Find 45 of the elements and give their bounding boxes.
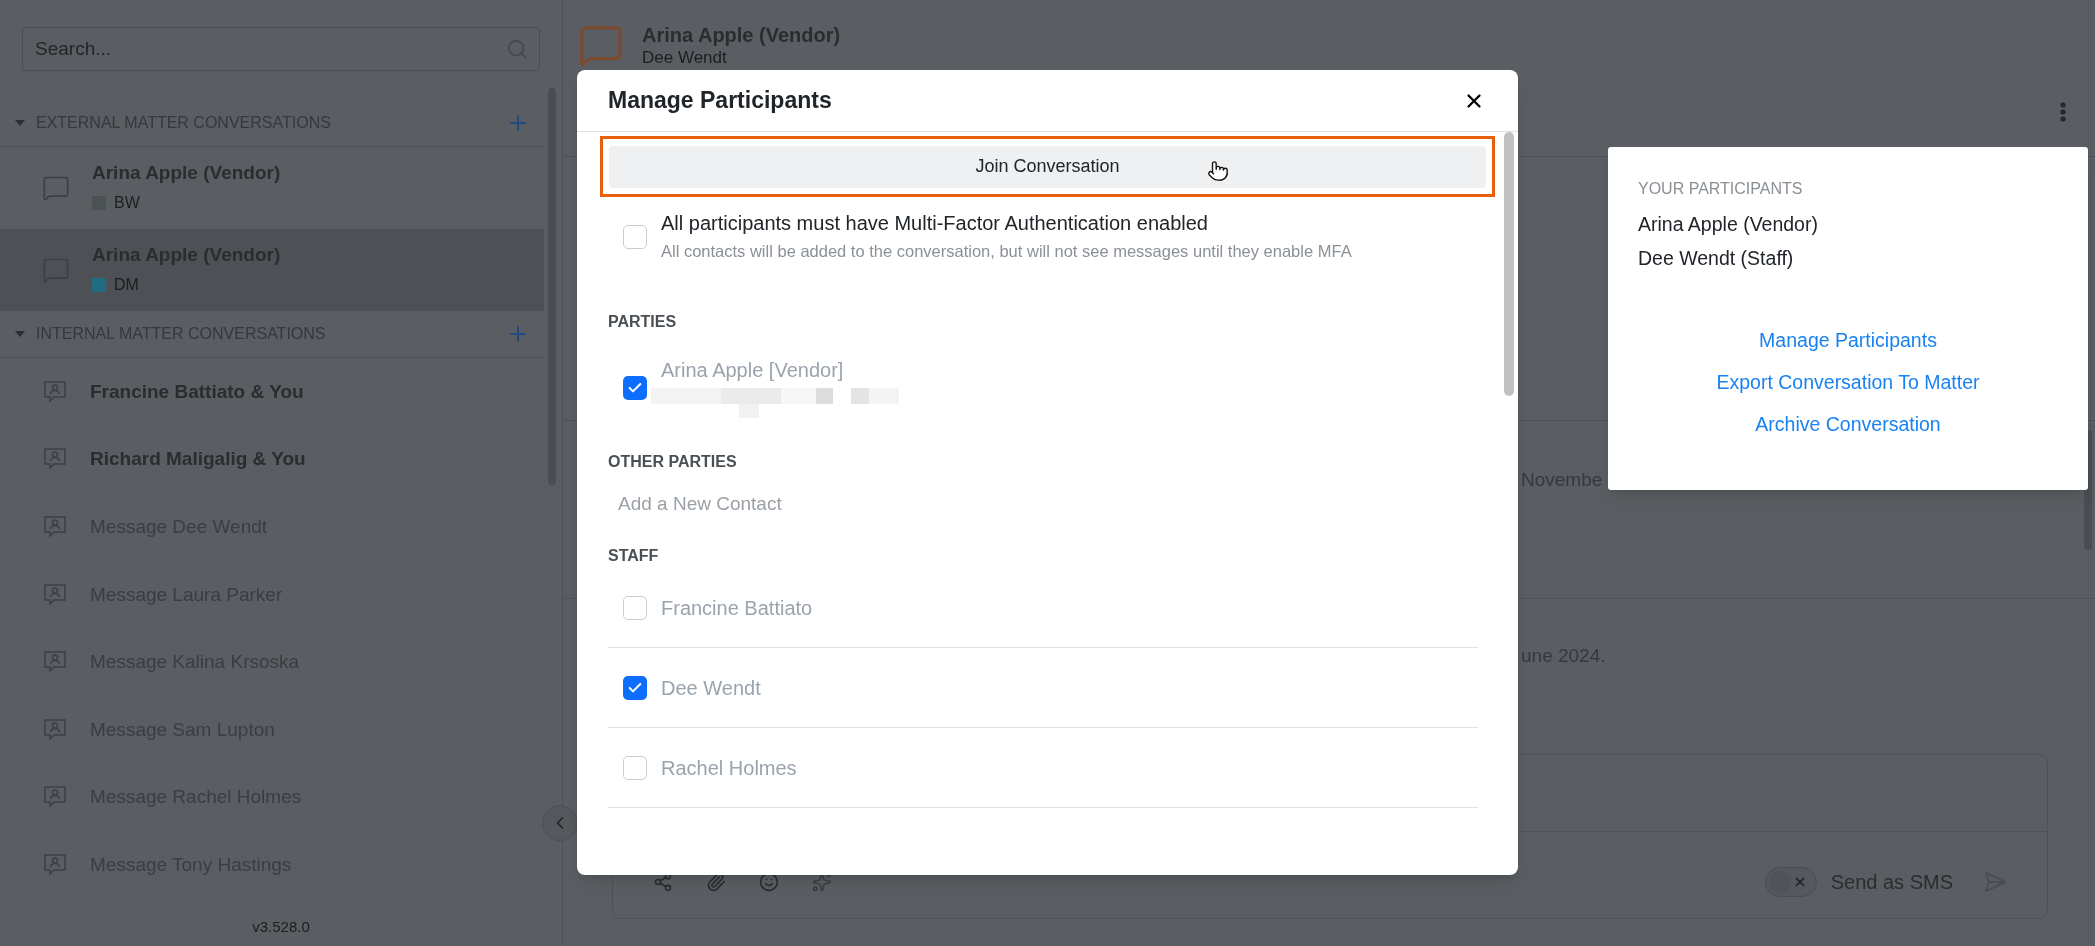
person-chat-icon	[42, 716, 68, 743]
search-field[interactable]: Search...	[22, 27, 540, 71]
person-chat-icon	[42, 784, 68, 811]
paperclip-icon[interactable]	[706, 872, 726, 892]
add-contact-field[interactable]: Add a New Contact	[618, 486, 1018, 522]
tag-label: BW	[114, 193, 140, 213]
caret-icon[interactable]	[14, 330, 26, 338]
checkbox[interactable]	[623, 376, 647, 400]
caret-icon[interactable]	[14, 119, 26, 127]
section-header: STAFF	[608, 546, 660, 566]
action-link[interactable]: Archive Conversation	[1755, 411, 1941, 438]
section-header: OTHER PARTIES	[608, 452, 738, 472]
participant-name: Dee Wendt	[661, 675, 761, 701]
checkbox-label: All participants must have Multi-Factor Authentication enabled	[661, 211, 1209, 236]
smile-icon[interactable]	[759, 872, 779, 892]
person-chat-icon	[42, 514, 68, 540]
person-chat-icon	[42, 446, 68, 473]
person-chat-icon	[42, 378, 68, 405]
checkbox[interactable]	[623, 675, 647, 700]
participant-name: Rachel Holmes	[661, 755, 797, 781]
popover-title: YOUR PARTICIPANTS	[1638, 179, 1804, 199]
person-chat-icon	[42, 851, 68, 878]
conversation-subtitle: Dee Wendt	[642, 48, 728, 68]
participant-name: Arina Apple (Vendor)	[1638, 212, 1819, 237]
join-conversation-button[interactable]: Join Conversation	[609, 145, 1486, 188]
participant-name: Dee Wendt (Staff)	[1638, 246, 1795, 271]
chat-icon	[42, 174, 70, 202]
sparkle-icon[interactable]	[812, 872, 832, 892]
action-link[interactable]: Manage Participants	[1759, 327, 1937, 354]
participant-name: Arina Apple [Vendor]	[661, 358, 845, 383]
section-header: PARTIES	[608, 312, 678, 332]
checkbox[interactable]	[623, 755, 647, 780]
collapse-button[interactable]	[542, 805, 578, 841]
version-label: v3.528.0	[252, 916, 310, 937]
checkbox[interactable]	[623, 595, 647, 620]
hint-text: All contacts will be added to the conversation, but will not see messages until they enable MFA	[661, 241, 1352, 262]
hand-cursor-icon	[1207, 160, 1229, 182]
modal-title: Manage Participants	[608, 86, 832, 116]
participant-name: Francine Battiato	[661, 595, 813, 621]
person-chat-icon	[42, 649, 68, 676]
scrollbar-thumb[interactable]	[1504, 132, 1514, 396]
sms-toggle[interactable]	[1764, 867, 1817, 897]
action-link[interactable]: Export Conversation To Matter	[1716, 369, 1980, 396]
checkbox[interactable]	[623, 225, 647, 249]
person-chat-icon	[42, 581, 68, 608]
